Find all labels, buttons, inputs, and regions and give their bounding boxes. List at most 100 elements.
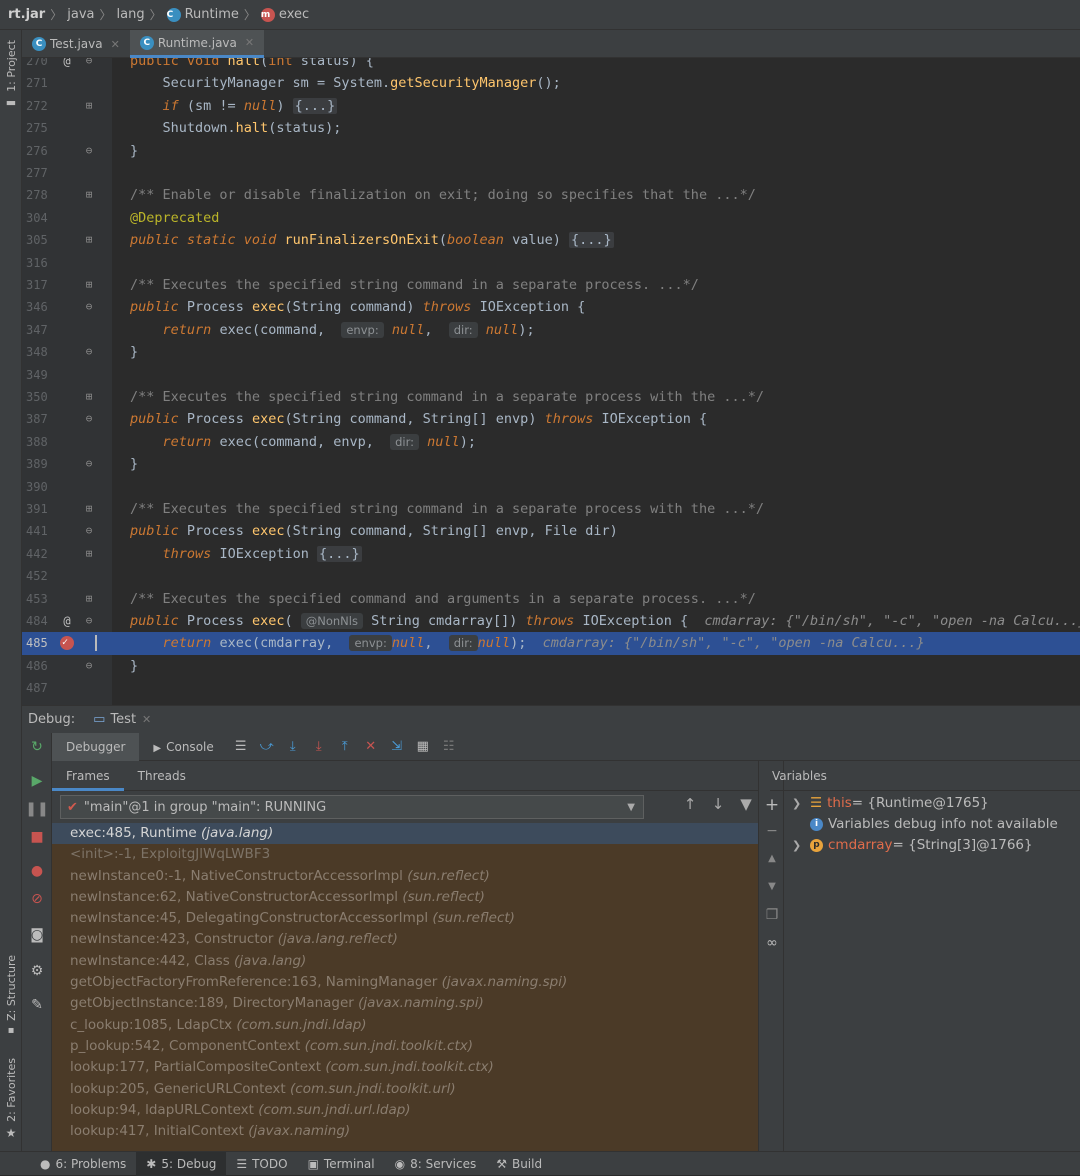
- show-execution-point-icon[interactable]: ⤻: [256, 739, 278, 754]
- code-line[interactable]: 275 Shutdown.halt(status);: [22, 117, 1080, 139]
- code-line[interactable]: 316: [22, 252, 1080, 274]
- tab-threads[interactable]: Threads: [124, 761, 200, 791]
- crumb-rt-jar[interactable]: rt.jar: [8, 7, 45, 22]
- override-marker-icon[interactable]: @: [58, 610, 76, 632]
- code-line[interactable]: 452: [22, 565, 1080, 587]
- code-line[interactable]: 391 ⊞ /** Executes the specified string co…: [22, 498, 1080, 520]
- fold-icon[interactable]: ⊞: [84, 189, 94, 200]
- code-line[interactable]: 277: [22, 162, 1080, 184]
- stack-frame[interactable]: <init>:-1, ExploitgJlWqLWBF3: [52, 844, 758, 865]
- stack-frame[interactable]: lookup:94, ldapURLContext (com.sun.jndi.…: [52, 1100, 758, 1121]
- remove-watch-icon[interactable]: −: [759, 823, 785, 839]
- stack-frame[interactable]: newInstance:62, NativeConstructorAccesso…: [52, 887, 758, 908]
- tab-runtime-java[interactable]: C Runtime.java ✕: [129, 30, 265, 58]
- code-line[interactable]: 346 ⊖ public Process exec(String command) …: [22, 296, 1080, 318]
- fold-icon[interactable]: ⊞: [84, 593, 94, 604]
- fold-icon[interactable]: ⊖: [84, 346, 94, 357]
- code-line[interactable]: 350 ⊞ /** Executes the specified string co…: [22, 386, 1080, 408]
- code-line[interactable]: 305 ⊞ public static void runFinalizersOnEx…: [22, 229, 1080, 251]
- fold-icon[interactable]: ⊖: [84, 525, 94, 536]
- run-to-cursor-icon[interactable]: ⇲: [386, 739, 408, 754]
- fold-icon[interactable]: ⊖: [84, 413, 94, 424]
- pin-icon[interactable]: ✎: [22, 997, 52, 1013]
- stack-frame[interactable]: c_lookup:1085, LdapCtx (com.sun.jndi.lda…: [52, 1015, 758, 1036]
- add-watch-icon[interactable]: +: [759, 795, 785, 815]
- mute-breakpoints-icon[interactable]: ⊘: [22, 891, 52, 907]
- tab-console[interactable]: ▶ Console: [139, 733, 227, 761]
- code-line[interactable]: 317 ⊞ /** Executes the specified string co…: [22, 274, 1080, 296]
- code-line[interactable]: 487: [22, 677, 1080, 699]
- toolwindow-build[interactable]: ⚒ Build: [486, 1152, 552, 1176]
- fold-icon[interactable]: ⊞: [84, 548, 94, 559]
- toolwindow-terminal[interactable]: ▣ Terminal: [298, 1152, 385, 1176]
- toolwindow-todo[interactable]: ☰ TODO: [226, 1152, 297, 1176]
- move-up-icon[interactable]: ▲: [759, 853, 785, 864]
- stack-frame[interactable]: getObjectFactoryFromReference:163, Namin…: [52, 972, 758, 993]
- code-line[interactable]: 453 ⊞ /** Executes the specified command a…: [22, 588, 1080, 610]
- resume-icon[interactable]: ▶: [22, 773, 52, 789]
- code-line[interactable]: 276 ⊖}: [22, 140, 1080, 162]
- crumb-lang[interactable]: lang: [117, 7, 145, 22]
- current-execution-line[interactable]: 485 return exec(cmdarray, envp:null, dir…: [22, 632, 1080, 655]
- code-line[interactable]: 348 ⊖}: [22, 341, 1080, 363]
- var-cmdarray[interactable]: ❯ p cmdarray = {String[3]@1766}: [792, 835, 1033, 856]
- code-line[interactable]: 304 @Deprecated: [22, 207, 1080, 229]
- gear-icon[interactable]: ⚙: [22, 963, 52, 979]
- fold-icon[interactable]: ⊞: [84, 503, 94, 514]
- step-over-icon[interactable]: ⤓: [282, 739, 304, 754]
- stop-icon[interactable]: ■: [22, 829, 52, 845]
- code-line[interactable]: 486 ⊖}: [22, 655, 1080, 677]
- structure-tab[interactable]: Z: Structure ▪: [0, 955, 22, 1036]
- tab-test-java[interactable]: C Test.java ✕: [22, 30, 130, 58]
- copy-icon[interactable]: ❐: [759, 907, 785, 923]
- stack-frame[interactable]: newInstance:423, Constructor (java.lang.…: [52, 929, 758, 950]
- evaluate-icon[interactable]: ▦: [412, 739, 434, 754]
- code-line[interactable]: 270 @ ⊖ public void halt(int status) {: [22, 58, 1080, 72]
- toolwindow-6-problems[interactable]: ● 6: Problems: [30, 1152, 136, 1176]
- override-marker-icon[interactable]: @: [58, 58, 76, 72]
- code-editor[interactable]: 270 @ ⊖ public void halt(int status) {271 S…: [22, 58, 1080, 705]
- stack-frame[interactable]: newInstance:442, Class (java.lang): [52, 951, 758, 972]
- fold-icon[interactable]: ⊞: [84, 234, 94, 245]
- close-icon[interactable]: ✕: [111, 38, 120, 51]
- stack-frame[interactable]: exec:485, Runtime (java.lang): [52, 823, 758, 845]
- filter-icon[interactable]: ▼: [732, 795, 760, 813]
- code-line[interactable]: 484 @ ⊖ public Process exec( @NonNls String…: [22, 610, 1080, 632]
- move-down-icon[interactable]: ▼: [759, 881, 785, 892]
- arrow-up-icon[interactable]: ↑: [676, 795, 704, 813]
- stack-frame[interactable]: lookup:177, PartialCompositeContext (com…: [52, 1057, 758, 1078]
- breakpoint-icon[interactable]: [60, 632, 74, 655]
- rerun-icon[interactable]: ↻: [22, 739, 52, 755]
- arrow-down-icon[interactable]: ↓: [704, 795, 732, 813]
- code-line[interactable]: 278 ⊞ /** Enable or disable finalization o…: [22, 184, 1080, 206]
- fold-icon[interactable]: ⊖: [84, 58, 94, 66]
- toolwindow-5-debug[interactable]: ✱ 5: Debug: [136, 1151, 227, 1176]
- fold-icon[interactable]: ⊖: [84, 301, 94, 312]
- crumb-java[interactable]: java: [67, 7, 94, 22]
- favorites-tab[interactable]: 2: Favorites ★: [0, 1058, 22, 1140]
- fold-icon[interactable]: ⊞: [84, 100, 94, 111]
- crumb-runtime[interactable]: Runtime: [185, 7, 239, 22]
- crumb-exec[interactable]: exec: [279, 7, 309, 22]
- chevron-right-icon[interactable]: ❯: [792, 793, 810, 814]
- trace-icon[interactable]: ☷: [438, 739, 460, 754]
- code-line[interactable]: 387 ⊖ public Process exec(String command, …: [22, 408, 1080, 430]
- fold-icon[interactable]: ⊖: [84, 660, 94, 671]
- stack-frame[interactable]: lookup:417, InitialContext (javax.naming…: [52, 1121, 758, 1142]
- fold-icon[interactable]: ⊖: [84, 458, 94, 469]
- thread-selector[interactable]: ✔ "main"@1 in group "main": RUNNING ▼: [60, 795, 644, 819]
- project-tab[interactable]: 1: Project ▬: [0, 40, 22, 109]
- step-into-icon[interactable]: ⤓: [308, 739, 330, 754]
- stack-frame[interactable]: getObjectInstance:189, DirectoryManager …: [52, 993, 758, 1014]
- code-line[interactable]: 347 return exec(command, envp: null, dir…: [22, 319, 1080, 341]
- close-icon[interactable]: ✕: [142, 713, 151, 726]
- code-line[interactable]: 390: [22, 476, 1080, 498]
- close-icon[interactable]: ✕: [245, 36, 254, 49]
- tab-frames[interactable]: Frames: [52, 761, 124, 791]
- code-line[interactable]: 272 ⊞ if (sm != null) {...}: [22, 95, 1080, 117]
- toolwindow-8-services[interactable]: ◉ 8: Services: [385, 1152, 487, 1176]
- step-out-icon[interactable]: ⤒: [334, 739, 356, 754]
- menu-icon[interactable]: ☰: [230, 739, 252, 754]
- code-line[interactable]: 442 ⊞ throws IOException {...}: [22, 543, 1080, 565]
- chevron-right-icon[interactable]: ❯: [792, 835, 810, 856]
